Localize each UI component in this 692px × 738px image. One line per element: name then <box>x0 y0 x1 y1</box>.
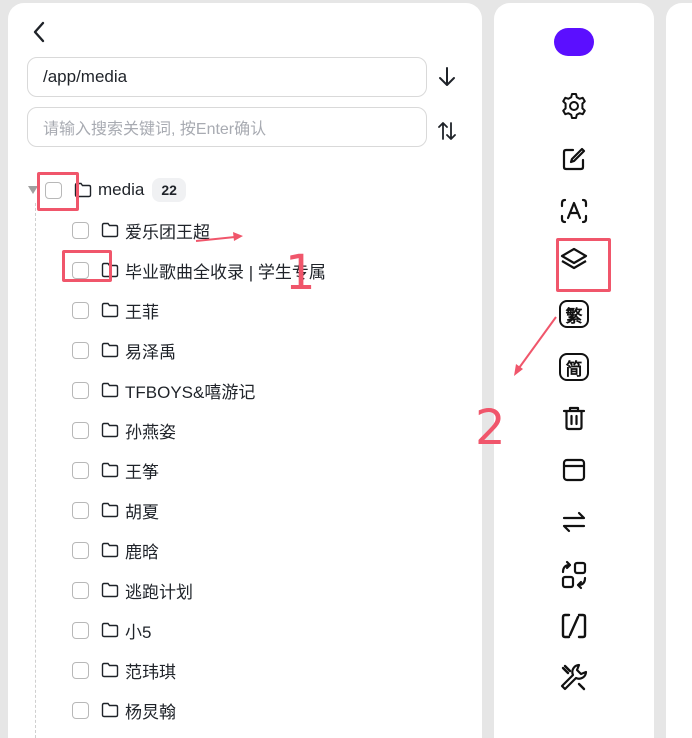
archive-button[interactable] <box>557 453 591 487</box>
folder-checkbox[interactable] <box>72 341 89 359</box>
font-icon <box>560 198 588 224</box>
edit-icon <box>562 147 586 171</box>
swap-button[interactable] <box>557 505 591 539</box>
root-label: media <box>98 180 145 199</box>
arrow-down-icon <box>439 67 455 86</box>
folder-label: 范玮琪 <box>125 662 176 682</box>
download-button[interactable] <box>434 64 460 90</box>
folder-icon <box>101 542 119 558</box>
traditional-label: 繁 <box>565 306 583 327</box>
replace-icon <box>561 613 587 639</box>
app-logo[interactable] <box>554 28 594 56</box>
tree-folder-row[interactable]: 王筝 <box>72 456 159 484</box>
path-input[interactable]: /app/media <box>27 57 427 97</box>
folder-icon <box>101 582 119 598</box>
tree-guide-line <box>35 203 36 738</box>
delete-button[interactable] <box>557 401 591 435</box>
tree-folder-row[interactable]: 小5 <box>72 616 151 644</box>
folder-checkbox[interactable] <box>72 701 89 719</box>
folder-label: 王筝 <box>125 462 159 482</box>
simplified-chinese-icon: 简 <box>559 353 589 381</box>
settings-button[interactable] <box>557 89 591 123</box>
folder-checkbox[interactable] <box>72 621 89 639</box>
folder-checkbox[interactable] <box>72 501 89 519</box>
traditional-chinese-icon: 繁 <box>559 300 589 328</box>
folder-icon <box>101 502 119 518</box>
trash-icon <box>562 406 586 431</box>
tree-folder-row[interactable]: 杨炅翰 <box>72 696 176 724</box>
folder-icon <box>101 302 119 318</box>
folder-label: 孙燕姿 <box>125 422 176 442</box>
folder-label: 胡夏 <box>125 502 159 522</box>
edit-button[interactable] <box>557 142 591 176</box>
back-button[interactable] <box>28 20 50 44</box>
folder-icon <box>101 342 119 358</box>
simplified-chinese-button[interactable]: 简 <box>557 350 591 384</box>
rearrange-button[interactable] <box>557 558 591 592</box>
traditional-chinese-button[interactable]: 繁 <box>557 297 591 331</box>
tree-folder-row[interactable]: 王菲 <box>72 296 159 324</box>
folder-icon <box>101 462 119 478</box>
folder-label: 爱乐团王超 <box>125 222 210 242</box>
folder-icon <box>101 382 119 398</box>
folder-label: 杨炅翰 <box>125 702 176 722</box>
folder-label: 易泽禹 <box>125 342 176 362</box>
folder-checkbox[interactable] <box>72 221 89 239</box>
rearrange-icon <box>561 560 587 590</box>
annotation-number-2: 2 <box>475 400 506 456</box>
path-input-value: /app/media <box>43 67 128 86</box>
annotation-number-1: 1 <box>285 245 316 301</box>
tree-folder-row[interactable]: 胡夏 <box>72 496 159 524</box>
folder-checkbox[interactable] <box>72 381 89 399</box>
tree-folder-row[interactable]: 孙燕姿 <box>72 416 176 444</box>
folder-checkbox[interactable] <box>72 541 89 559</box>
swap-icon <box>562 511 586 533</box>
right-panel <box>666 3 692 738</box>
font-button[interactable] <box>557 194 591 228</box>
search-input-placeholder: 请输入搜索关键词, 按Enter确认 <box>43 121 267 138</box>
settings-icon <box>562 93 586 119</box>
annotation-box-child-checkbox <box>62 250 112 282</box>
tree-folder-row[interactable]: TFBOYS&嘻游记 <box>72 376 255 404</box>
folder-icon <box>101 222 119 238</box>
folder-icon <box>101 622 119 638</box>
folder-label: 逃跑计划 <box>125 582 193 602</box>
tree-folder-row[interactable]: 易泽禹 <box>72 336 176 364</box>
tools-button[interactable] <box>557 660 591 694</box>
chevron-left-icon <box>33 21 45 43</box>
sort-button[interactable] <box>434 118 460 144</box>
folder-checkbox[interactable] <box>72 461 89 479</box>
annotation-box-root-checkbox <box>37 172 79 211</box>
folder-checkbox[interactable] <box>72 421 89 439</box>
sort-icon <box>438 122 456 140</box>
search-input[interactable]: 请输入搜索关键词, 按Enter确认 <box>27 107 427 147</box>
archive-icon <box>562 458 586 482</box>
folder-icon <box>101 662 119 678</box>
replace-button[interactable] <box>557 609 591 643</box>
folder-label: 鹿晗 <box>125 542 159 562</box>
folder-checkbox[interactable] <box>72 661 89 679</box>
wrench-icon <box>560 663 588 691</box>
annotation-box-layers <box>556 238 611 292</box>
tree-folder-row[interactable]: 范玮琪 <box>72 656 176 684</box>
folder-checkbox[interactable] <box>72 301 89 319</box>
tree-folder-row[interactable]: 爱乐团王超 <box>72 216 210 244</box>
tree-folder-row[interactable]: 逃跑计划 <box>72 576 193 604</box>
folder-icon <box>101 702 119 718</box>
simplified-label: 简 <box>565 359 583 380</box>
folder-icon <box>101 422 119 438</box>
count-badge: 22 <box>152 178 186 202</box>
tree-folder-row[interactable]: 鹿晗 <box>72 536 159 564</box>
folder-label: TFBOYS&嘻游记 <box>125 382 256 402</box>
folder-checkbox[interactable] <box>72 581 89 599</box>
folder-label: 王菲 <box>125 302 159 322</box>
folder-label: 小5 <box>125 622 152 642</box>
